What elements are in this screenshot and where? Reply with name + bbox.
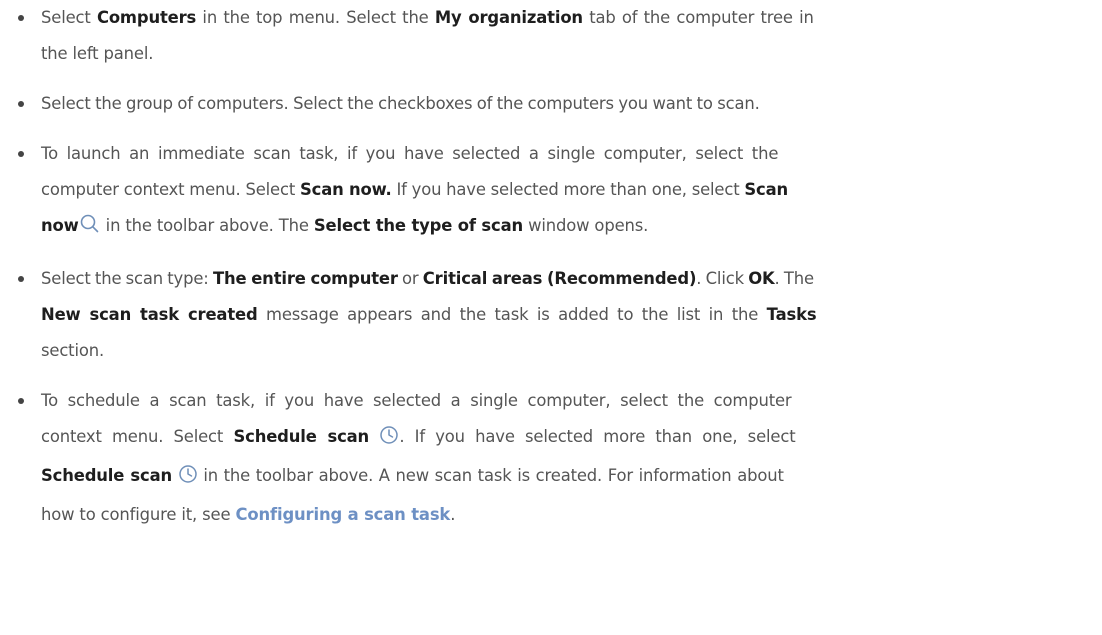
text: tab of the computer tree in bbox=[582, 8, 814, 27]
text-line: Select the group of computers. Select th… bbox=[41, 86, 1078, 122]
text-line: Schedule scan in the toolbar above. A ne… bbox=[41, 458, 1078, 497]
text-line: Select the scan type: The entire compute… bbox=[41, 261, 1078, 297]
text: in the toolbar above. The bbox=[100, 216, 314, 235]
bullet bbox=[18, 15, 24, 21]
text-line: context menu. Select Schedule scan . If … bbox=[41, 419, 1078, 458]
text: window opens. bbox=[523, 216, 649, 235]
text: in the top menu. Select the bbox=[196, 8, 435, 27]
text: message appears and the task is added to… bbox=[257, 305, 767, 324]
text-line: how to configure it, see Configuring a s… bbox=[41, 497, 1078, 533]
text: Select the group of computers. Select th… bbox=[41, 94, 760, 113]
spacer bbox=[0, 72, 1078, 86]
clock-icon bbox=[379, 422, 399, 458]
text-line: To launch an immediate scan task, if you… bbox=[41, 136, 1078, 172]
text: . Click bbox=[696, 269, 749, 288]
action-term: Scan bbox=[744, 180, 789, 199]
menu-term: Computers bbox=[96, 8, 197, 27]
text-line: computer context menu. Select Scan now. … bbox=[41, 172, 1078, 208]
configuring-scan-task-link[interactable]: Configuring a scan task bbox=[235, 505, 450, 524]
text: context menu. Select bbox=[41, 427, 234, 446]
text-line: Select Computers in the top menu. Select… bbox=[41, 0, 1078, 36]
button-term: OK bbox=[748, 269, 775, 288]
document: Select Computers in the top menu. Select… bbox=[0, 0, 1102, 533]
text-line: New scan task created message appears an… bbox=[41, 297, 1078, 333]
clock-icon bbox=[178, 461, 198, 497]
action-term: now bbox=[41, 216, 79, 235]
text: . The bbox=[774, 269, 815, 288]
text: Select the scan type: bbox=[41, 269, 213, 288]
search-icon bbox=[79, 211, 101, 247]
text-line: To schedule a scan task, if you have sel… bbox=[41, 383, 1078, 419]
text: or bbox=[397, 269, 423, 288]
text: To launch an immediate scan task, if you… bbox=[41, 144, 779, 163]
text: To schedule a scan task, if you have sel… bbox=[41, 391, 792, 410]
text: the left panel. bbox=[41, 44, 154, 63]
section-term: Tasks bbox=[766, 305, 817, 324]
bullet bbox=[18, 101, 24, 107]
text: . If you have selected more than one, se… bbox=[399, 427, 796, 446]
action-term: Schedule scan bbox=[233, 427, 370, 446]
text: computer context menu. Select bbox=[41, 180, 300, 199]
text: in the toolbar above. A new scan task is… bbox=[197, 466, 784, 485]
option-term: Critical areas (Recommended) bbox=[422, 269, 697, 288]
text: . bbox=[450, 505, 456, 524]
steps-list: Select Computers in the top menu. Select… bbox=[0, 0, 1078, 533]
bullet bbox=[18, 276, 24, 282]
text: section. bbox=[41, 341, 105, 360]
bullet bbox=[18, 398, 24, 404]
list-item: Select the scan type: The entire compute… bbox=[0, 261, 1078, 369]
text-line: section. bbox=[41, 333, 1078, 369]
text-line: the left panel. bbox=[41, 36, 1078, 72]
text: Select bbox=[41, 8, 97, 27]
spacer bbox=[0, 247, 1078, 261]
bullet bbox=[18, 151, 24, 157]
list-item: Select Computers in the top menu. Select… bbox=[0, 0, 1078, 72]
list-item: To launch an immediate scan task, if you… bbox=[0, 136, 1078, 247]
list-item: To schedule a scan task, if you have sel… bbox=[0, 383, 1078, 533]
tab-term: My organization bbox=[434, 8, 583, 27]
action-term: Scan now. bbox=[299, 180, 392, 199]
option-term: The entire computer bbox=[212, 269, 398, 288]
text: If you have selected more than one, sele… bbox=[391, 180, 745, 199]
message-term: New scan task created bbox=[41, 305, 258, 324]
text: how to configure it, see bbox=[41, 505, 236, 524]
spacer bbox=[0, 369, 1078, 383]
window-term: Select the type of scan bbox=[313, 216, 524, 235]
text-line: now in the toolbar above. The Select the… bbox=[41, 208, 1078, 247]
action-term: Schedule scan bbox=[41, 466, 172, 485]
list-item: Select the group of computers. Select th… bbox=[0, 86, 1078, 122]
spacer bbox=[0, 122, 1078, 136]
